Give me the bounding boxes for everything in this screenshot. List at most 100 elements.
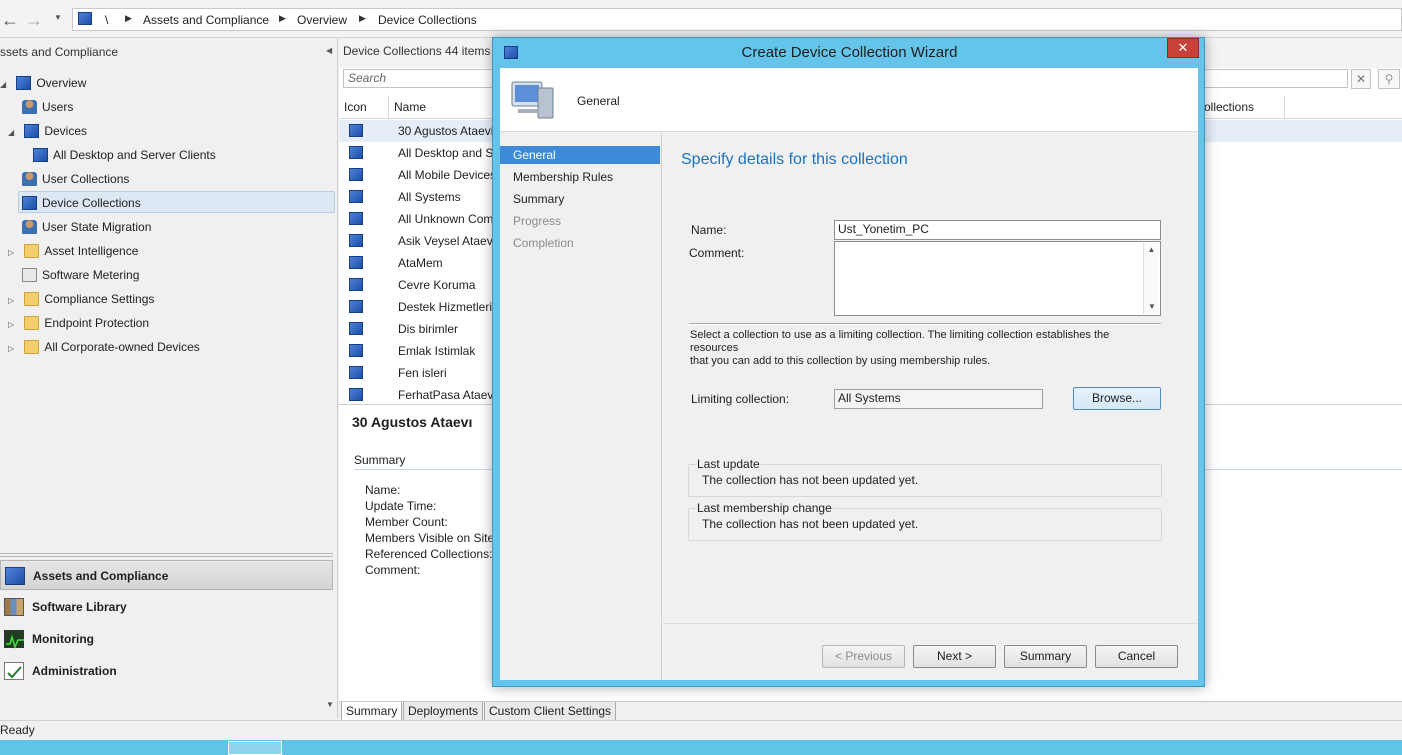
collection-icon <box>349 168 363 181</box>
breadcrumb-item-overview[interactable]: Overview <box>297 13 347 27</box>
row-name: Emlak Istimlak <box>398 344 476 358</box>
back-arrow-icon[interactable]: ← <box>0 10 20 30</box>
last-update-label: Last update <box>696 457 761 471</box>
tree-item-endpoint-protection[interactable]: ▷ Endpoint Protection <box>8 312 330 334</box>
tree-item-label: Devices <box>44 124 88 138</box>
folder-icon <box>24 244 40 258</box>
workspace-software-library[interactable]: Software Library <box>0 592 333 622</box>
workspace-menu-arrow-icon[interactable]: ▼ <box>326 700 334 709</box>
tree-item-asset-intelligence[interactable]: ▷ Asset Intelligence <box>8 240 330 262</box>
collapsed-arrow-icon[interactable]: ▷ <box>8 290 18 312</box>
tree-item-label: User State Migration <box>42 220 152 234</box>
next-button[interactable]: Next > <box>913 645 996 668</box>
search-icon[interactable]: ⚲ <box>1378 69 1400 89</box>
history-dropdown-icon[interactable]: ▼ <box>54 13 62 22</box>
monitoring-icon <box>4 630 24 650</box>
step-membership-rules[interactable]: Membership Rules <box>513 168 613 186</box>
row-name: Destek Hizmetleri <box>398 300 493 314</box>
collapsed-arrow-icon[interactable]: ▷ <box>8 338 18 360</box>
workspace-monitoring[interactable]: Monitoring <box>0 624 333 654</box>
clear-search-icon[interactable]: ✕ <box>1351 69 1371 89</box>
tab-deployments[interactable]: Deployments <box>403 702 484 721</box>
workspace-assets-and-compliance[interactable]: Assets and Compliance <box>0 560 333 590</box>
tree-item-label: Device Collections <box>42 196 141 210</box>
limiting-collection-label: Limiting collection: <box>691 392 790 406</box>
breadcrumb-separator-icon[interactable]: ▶ <box>125 13 132 24</box>
tab-custom-client-settings[interactable]: Custom Client Settings <box>484 702 617 721</box>
folder-icon <box>24 340 40 354</box>
page-heading: Specify details for this collection <box>681 151 908 168</box>
column-header-icon[interactable]: Icon <box>339 96 389 118</box>
tree-item-label: All Desktop and Server Clients <box>53 148 216 162</box>
collection-icon <box>349 190 363 203</box>
wizard-steps: General Membership Rules Summary Progres… <box>500 133 662 680</box>
scroll-up-icon[interactable]: ▲ <box>1144 243 1159 257</box>
cancel-button[interactable]: Cancel <box>1095 645 1178 668</box>
user-icon <box>22 100 37 114</box>
comment-textarea[interactable] <box>834 241 1161 316</box>
wizard-footer: < Previous Next > Summary Cancel <box>663 623 1198 680</box>
software-library-icon <box>4 598 24 616</box>
collection-name-field[interactable]: Ust_Yonetim_PC <box>834 220 1161 240</box>
tree-item-all-corporate-owned-devices[interactable]: ▷ All Corporate-owned Devices <box>8 336 330 358</box>
details-section-summary: Summary <box>354 453 406 467</box>
workspace-label: Monitoring <box>32 632 94 646</box>
row-name: All Desktop and S <box>398 146 494 160</box>
detail-field-label: Member Count: <box>365 515 448 529</box>
tree-item-devices[interactable]: ◢ Devices <box>8 120 330 142</box>
wizard-title: Create Device Collection Wizard <box>741 44 958 61</box>
collection-icon <box>349 146 363 159</box>
tree-item-device-collections[interactable]: Device Collections <box>18 191 335 213</box>
breadcrumb: \ ▶ Assets and Compliance ▶ Overview ▶ D… <box>72 8 1402 31</box>
close-icon[interactable]: ✕ <box>1167 38 1199 58</box>
column-header-name[interactable]: Name <box>389 96 499 118</box>
forward-arrow-icon[interactable]: → <box>24 10 44 30</box>
expanded-arrow-icon[interactable]: ◢ <box>0 74 10 96</box>
help-line: Select a collection to use as a limiting… <box>690 329 1110 354</box>
administration-icon <box>4 662 24 680</box>
tree-item-users[interactable]: Users <box>22 96 330 118</box>
previous-button[interactable]: < Previous <box>822 645 905 668</box>
collapse-pane-icon[interactable]: ◀ <box>326 46 332 55</box>
workspace-label: Software Library <box>32 600 127 614</box>
step-completion: Completion <box>513 236 574 250</box>
collection-icon <box>33 148 48 162</box>
detail-field-label: Members Visible on Site <box>365 531 495 545</box>
collection-icon <box>349 124 363 137</box>
browse-button[interactable]: Browse... <box>1073 387 1161 410</box>
breadcrumb-item-assets[interactable]: Assets and Compliance <box>143 13 269 27</box>
breadcrumb-root[interactable]: \ <box>105 13 108 27</box>
tab-summary[interactable]: Summary <box>341 702 403 721</box>
taskbar-console-button[interactable] <box>228 741 282 755</box>
details-title: 30 Agustos Ataevı <box>352 414 473 430</box>
summary-button[interactable]: Summary <box>1004 645 1087 668</box>
breadcrumb-separator-icon[interactable]: ▶ <box>359 13 366 24</box>
tree-item-software-metering[interactable]: Software Metering <box>22 264 330 286</box>
tree-item-compliance-settings[interactable]: ▷ Compliance Settings <box>8 288 330 310</box>
row-name: Dis birimler <box>398 322 458 336</box>
column-header-collections[interactable]: ollections <box>1199 96 1285 118</box>
expanded-arrow-icon[interactable]: ◢ <box>8 122 18 144</box>
scroll-down-icon[interactable]: ▼ <box>1144 300 1160 314</box>
step-summary[interactable]: Summary <box>513 190 564 208</box>
breadcrumb-separator-icon[interactable]: ▶ <box>279 13 286 24</box>
collapsed-arrow-icon[interactable]: ▷ <box>8 242 18 264</box>
tree-item-label: Endpoint Protection <box>44 316 150 330</box>
limiting-help-text: Select a collection to use as a limiting… <box>690 329 1160 368</box>
step-general[interactable]: General <box>500 146 660 164</box>
pane-splitter[interactable] <box>0 553 333 557</box>
breadcrumb-item-device-collections[interactable]: Device Collections <box>378 13 477 27</box>
row-name: Fen isleri <box>398 366 447 380</box>
assets-compliance-icon <box>5 567 25 585</box>
collection-icon <box>349 322 363 335</box>
tree-item-all-desktop-and-server-clients[interactable]: All Desktop and Server Clients <box>33 144 330 166</box>
status-bar: Ready <box>0 720 1402 740</box>
tree-item-user-collections[interactable]: User Collections <box>22 168 330 190</box>
tree-item-user-state-migration[interactable]: User State Migration <box>22 216 330 238</box>
workspace-administration[interactable]: Administration <box>0 656 333 686</box>
limiting-collection-field: All Systems <box>834 389 1043 409</box>
workspace-label: Assets and Compliance <box>33 569 169 583</box>
collapsed-arrow-icon[interactable]: ▷ <box>8 314 18 336</box>
tree-item-overview[interactable]: ◢ Overview <box>0 72 330 94</box>
comment-scrollbar[interactable]: ▲ ▼ <box>1143 243 1159 314</box>
